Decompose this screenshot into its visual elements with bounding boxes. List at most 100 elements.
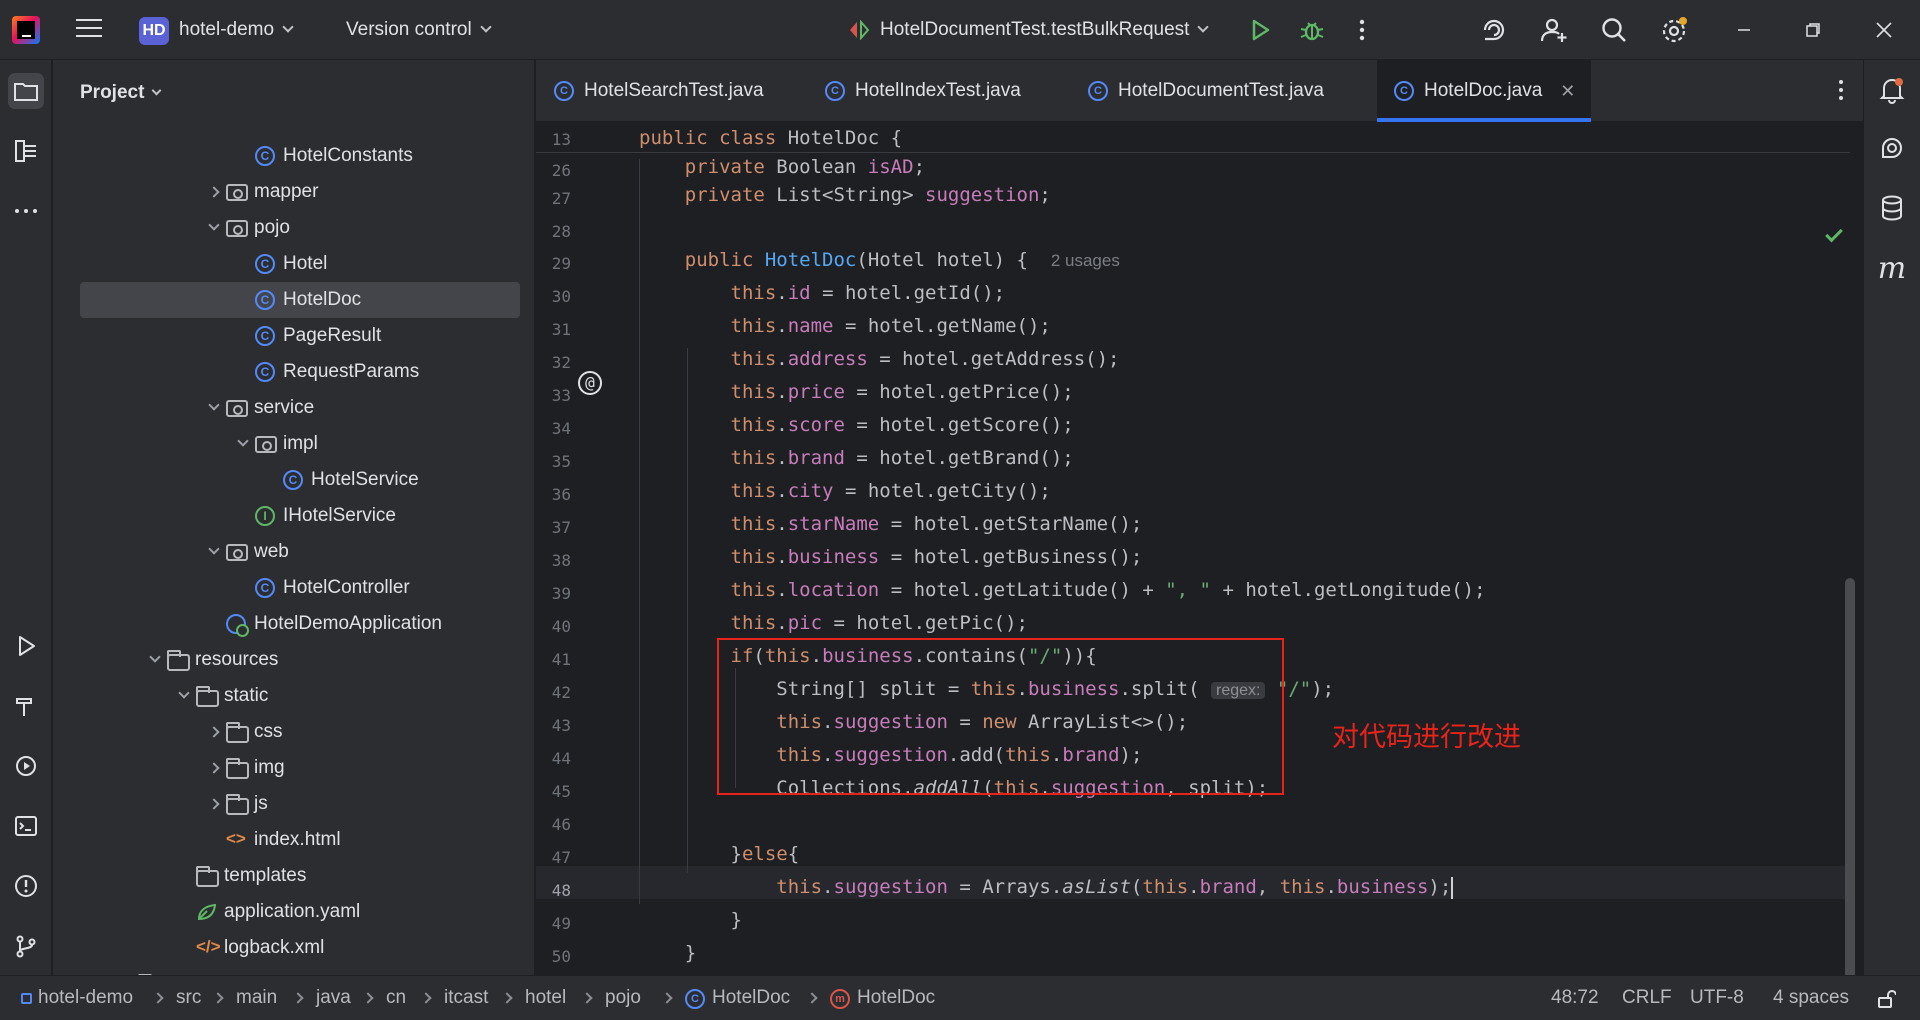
tree-item-web[interactable]: web bbox=[53, 534, 523, 570]
code-editor[interactable]: 26 27 28 29 30 31 32 33 34 35 36 37 38 39 40 41 42 43 44 45… bbox=[536, 123, 1863, 975]
tree-item-resources[interactable]: resources bbox=[53, 642, 523, 678]
line-number[interactable]: 50 bbox=[536, 947, 571, 966]
breadcrumb-item[interactable]: HotelDoc bbox=[712, 987, 790, 1009]
usages-hint[interactable]: 2 usages bbox=[1051, 251, 1120, 270]
line-number[interactable]: 43 bbox=[536, 716, 571, 735]
run-tool-button[interactable] bbox=[8, 628, 44, 664]
project-switcher[interactable]: hotel-demo bbox=[179, 19, 294, 41]
line-number[interactable]: 40 bbox=[536, 617, 571, 636]
project-panel-header[interactable]: Project bbox=[80, 82, 162, 104]
unlock-icon[interactable] bbox=[1876, 989, 1896, 1009]
line-number[interactable]: 29 bbox=[536, 254, 571, 273]
git-tool-button[interactable] bbox=[8, 928, 44, 964]
chevron-right-icon[interactable] bbox=[208, 726, 220, 738]
tree-item-js[interactable]: js bbox=[53, 786, 523, 822]
services-tool-button[interactable] bbox=[8, 748, 44, 784]
caret-position[interactable]: 48:72 bbox=[1551, 987, 1599, 1009]
ai-assistant-icon[interactable] bbox=[1479, 15, 1509, 45]
build-tool-button[interactable] bbox=[8, 688, 44, 724]
tree-item-css[interactable]: css bbox=[53, 714, 523, 750]
tab-hotel-document-test[interactable]: C HotelDocumentTest.java bbox=[1088, 60, 1348, 122]
vcs-widget[interactable]: Version control bbox=[346, 19, 492, 41]
breadcrumb-item[interactable]: src bbox=[176, 987, 201, 1009]
tree-item-static[interactable]: static bbox=[53, 678, 523, 714]
breadcrumb-item[interactable]: main bbox=[236, 987, 277, 1009]
chevron-down-icon[interactable] bbox=[178, 687, 190, 699]
tree-item-service[interactable]: service bbox=[53, 390, 523, 426]
more-tools-button[interactable] bbox=[8, 193, 44, 229]
line-separator[interactable]: CRLF bbox=[1622, 987, 1672, 1009]
restore-button[interactable] bbox=[1798, 15, 1828, 45]
autowired-gutter-icon[interactable]: @ bbox=[578, 371, 602, 395]
notifications-button[interactable] bbox=[1874, 72, 1910, 108]
tab-hotel-doc[interactable]: C HotelDoc.java ✕ bbox=[1377, 60, 1591, 122]
line-number[interactable]: 36 bbox=[536, 485, 571, 504]
settings-gear-icon[interactable] bbox=[1659, 15, 1689, 45]
chevron-down-icon[interactable] bbox=[237, 435, 249, 447]
maven-button[interactable]: m bbox=[1874, 250, 1910, 286]
breadcrumb-item[interactable]: java bbox=[316, 987, 351, 1009]
line-number[interactable]: 37 bbox=[536, 518, 571, 537]
line-number[interactable]: 28 bbox=[536, 222, 571, 241]
line-number[interactable]: 44 bbox=[536, 749, 571, 768]
add-user-icon[interactable] bbox=[1539, 15, 1569, 45]
line-number[interactable]: 26 bbox=[536, 161, 571, 180]
tree-item-requestparams[interactable]: C RequestParams bbox=[53, 354, 523, 390]
search-icon[interactable] bbox=[1599, 15, 1629, 45]
line-number[interactable]: 46 bbox=[536, 815, 571, 834]
tree-item-mapper[interactable]: mapper bbox=[53, 174, 523, 210]
chevron-right-icon[interactable] bbox=[208, 762, 220, 774]
line-number[interactable]: 49 bbox=[536, 914, 571, 933]
line-number[interactable]: 34 bbox=[536, 419, 571, 438]
chevron-down-icon[interactable] bbox=[208, 399, 220, 411]
line-number[interactable]: 27 bbox=[536, 189, 571, 208]
structure-tool-button[interactable] bbox=[8, 133, 44, 169]
tab-hotel-index-test[interactable]: C HotelIndexTest.java bbox=[825, 60, 1040, 122]
tree-item-templates[interactable]: templates bbox=[53, 858, 523, 894]
tree-item-pageresult[interactable]: C PageResult bbox=[53, 318, 523, 354]
project-badge[interactable]: HD bbox=[139, 17, 169, 45]
line-number[interactable]: 35 bbox=[536, 452, 571, 471]
line-number[interactable]: 39 bbox=[536, 584, 571, 603]
tree-item-hoteldoc[interactable]: C HotelDoc bbox=[80, 282, 520, 318]
indent-setting[interactable]: 4 spaces bbox=[1773, 987, 1849, 1009]
problems-tool-button[interactable] bbox=[8, 868, 44, 904]
chevron-down-icon[interactable] bbox=[149, 651, 161, 663]
line-number[interactable]: 32 bbox=[536, 353, 571, 372]
line-number[interactable]: 31 bbox=[536, 320, 571, 339]
line-number[interactable]: 33 bbox=[536, 386, 571, 405]
close-window-button[interactable] bbox=[1869, 15, 1899, 45]
chevron-down-icon[interactable] bbox=[208, 219, 220, 231]
file-encoding[interactable]: UTF-8 bbox=[1690, 987, 1744, 1009]
tree-item-impl[interactable]: impl bbox=[53, 426, 523, 462]
line-number[interactable]: 41 bbox=[536, 650, 571, 669]
tree-item-test[interactable]: test bbox=[53, 966, 523, 975]
debug-icon[interactable] bbox=[1297, 15, 1327, 45]
line-number[interactable]: 48 bbox=[536, 881, 571, 900]
tree-item-ihotelservice[interactable]: I IHotelService bbox=[53, 498, 523, 534]
breadcrumb-item[interactable]: cn bbox=[386, 987, 406, 1009]
tree-item-pojo[interactable]: pojo bbox=[53, 210, 523, 246]
tree-item-application-yaml[interactable]: application.yaml bbox=[53, 894, 523, 930]
line-number[interactable]: 38 bbox=[536, 551, 571, 570]
tab-options-icon[interactable] bbox=[1837, 78, 1845, 102]
line-number[interactable]: 42 bbox=[536, 683, 571, 702]
no-problems-check-icon[interactable] bbox=[1825, 224, 1843, 243]
main-menu-icon[interactable] bbox=[76, 19, 102, 41]
ai-chat-button[interactable] bbox=[1874, 130, 1910, 166]
intellij-logo-icon[interactable] bbox=[12, 16, 40, 44]
project-tool-button[interactable] bbox=[8, 73, 44, 109]
more-actions-icon[interactable] bbox=[1347, 15, 1377, 45]
close-tab-icon[interactable]: ✕ bbox=[1560, 81, 1575, 102]
breadcrumb-item[interactable]: hotel-demo bbox=[38, 987, 133, 1009]
run-icon[interactable] bbox=[1245, 15, 1275, 45]
run-config-selector[interactable]: HotelDocumentTest.testBulkRequest bbox=[880, 19, 1210, 41]
tree-item-hotelconstants[interactable]: C HotelConstants bbox=[53, 138, 523, 174]
tab-hotel-search-test[interactable]: C HotelSearchTest.java bbox=[554, 60, 769, 122]
tree-item-logback-xml[interactable]: </> logback.xml bbox=[53, 930, 523, 966]
breadcrumb-item[interactable]: HotelDoc bbox=[857, 987, 935, 1009]
editor-scrollbar[interactable] bbox=[1845, 578, 1855, 975]
tree-item-hotel[interactable]: C Hotel bbox=[53, 246, 523, 282]
terminal-tool-button[interactable] bbox=[8, 808, 44, 844]
tree-item-hotelservice[interactable]: C HotelService bbox=[53, 462, 523, 498]
